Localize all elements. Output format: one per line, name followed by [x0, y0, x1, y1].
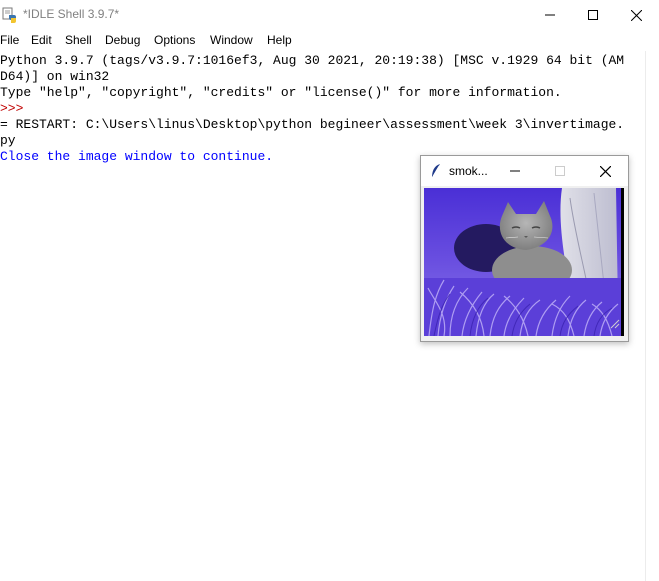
image-window[interactable]: smok... — [420, 155, 629, 342]
shell-line: Type "help", "copyright", "credits" or "… — [0, 85, 562, 100]
menu-help[interactable]: Help — [267, 33, 292, 47]
maximize-icon — [555, 166, 565, 176]
shell-line: D64)] on win32 — [0, 69, 110, 84]
image-window-minimize-button[interactable] — [493, 156, 537, 186]
close-icon — [630, 9, 642, 21]
close-button[interactable] — [613, 0, 659, 30]
image-window-title-bar[interactable]: smok... — [421, 156, 628, 186]
shell-line: py — [0, 133, 16, 148]
inverted-image-canvas — [424, 188, 624, 336]
maximize-icon — [588, 10, 598, 20]
minimize-icon — [545, 14, 555, 16]
menu-bar: File Edit Shell Debug Options Window Hel… — [0, 30, 659, 50]
resize-grip-icon[interactable] — [608, 316, 620, 334]
menu-file[interactable]: File — [0, 33, 19, 47]
tk-feather-icon — [430, 163, 442, 184]
title-bar: *IDLE Shell 3.9.7* — [0, 0, 659, 30]
shell-line: = RESTART: C:\Users\linus\Desktop\python… — [0, 117, 625, 132]
shell-line: Python 3.9.7 (tags/v3.9.7:1016ef3, Aug 3… — [0, 53, 625, 68]
close-icon — [599, 165, 611, 177]
window-title: *IDLE Shell 3.9.7* — [23, 7, 120, 21]
shell-prompt: >>> — [0, 101, 32, 116]
menu-debug[interactable]: Debug — [105, 33, 140, 47]
inverted-cat-image — [424, 188, 624, 336]
shell-output-line: Close the image window to continue. — [0, 149, 274, 164]
minimize-button[interactable] — [527, 0, 573, 30]
vertical-scrollbar[interactable] — [645, 51, 659, 581]
maximize-button[interactable] — [570, 0, 616, 30]
image-window-close-button[interactable] — [583, 156, 627, 186]
idle-python-icon — [2, 7, 18, 23]
minimize-icon — [510, 170, 520, 172]
image-window-maximize-button — [538, 156, 582, 186]
image-window-title: smok... — [449, 164, 488, 178]
menu-edit[interactable]: Edit — [31, 33, 52, 47]
menu-options[interactable]: Options — [154, 33, 195, 47]
menu-window[interactable]: Window — [210, 33, 253, 47]
menu-shell[interactable]: Shell — [65, 33, 92, 47]
